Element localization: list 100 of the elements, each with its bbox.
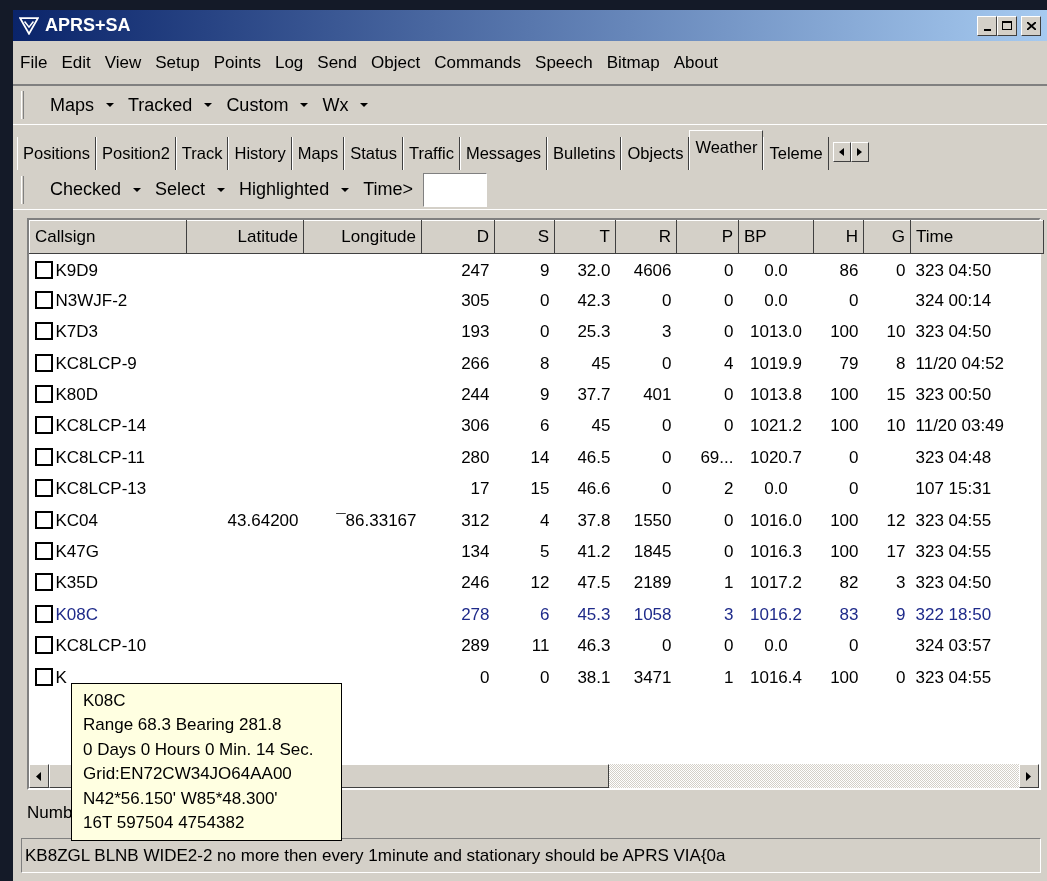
table-cell: 0 [662,290,672,310]
table-cell: 1 [724,573,734,593]
table-cell: KC8LCP-9 [55,353,137,373]
table-cell: 1019.9 [750,353,802,373]
table-cell: 37.8 [577,510,611,530]
table-cell: 83 [839,604,859,624]
time-label: Time> [362,178,414,201]
table-cell: 1058 [633,604,672,624]
table-cell: 82 [839,573,859,593]
table-cell: 1 [724,667,734,687]
table-cell: 0 [849,447,859,467]
table-cell: 289 [461,636,490,656]
table-cell: 0 [849,636,859,656]
table-cell: 42.3 [577,290,611,310]
table-cell: 0 [662,636,672,656]
table-cell: 79 [839,353,859,373]
table-cell: 9 [896,604,906,624]
table-cell: 0 [540,667,550,687]
table-cell: 32.0 [577,260,611,280]
table-cell: 305 [461,290,490,310]
table-cell: 0 [724,510,734,530]
table-cell: 41.2 [577,541,611,561]
table-cell: 5 [540,541,550,561]
table-cell: 3 [724,604,734,624]
table-cell: KC04 [55,510,99,530]
table-cell: 1016.2 [750,604,802,624]
table-cell: 324 00:14 [915,290,992,310]
table-cell: 8 [896,353,906,373]
table-cell: 0 [662,353,672,373]
table-cell: 1020.7 [750,447,802,467]
table-cell: 3 [662,322,672,342]
table-cell: 11/20 03:49 [915,416,1005,436]
table-cell: 0 [896,260,906,280]
table-cell: 43.64200 [227,510,299,530]
table-cell: 100 [830,541,859,561]
table-cell: K9D9 [55,260,99,280]
table-cell: 17 [470,479,490,499]
table-cell: 0 [896,667,906,687]
tooltip-line: Range 68.3 Bearing 281.8 [83,714,283,737]
table-cell: 38.1 [577,667,611,687]
tooltip-line: 0 Days 0 Hours 0 Min. 14 Sec. [83,738,315,761]
table-cell: 0 [724,636,734,656]
table-cell: 324 03:57 [915,636,992,656]
table-cell: 46.5 [577,447,611,467]
table-cell: 2 [724,479,734,499]
table-cell: 46.6 [577,479,611,499]
table-cell: 4 [724,353,734,373]
table-cell: 45.3 [577,604,611,624]
table-cell: 1016.0 [750,510,802,530]
table-cell: 10 [886,416,906,436]
table-cell: 1550 [633,510,672,530]
table-cell: 0 [724,541,734,561]
table-cell: 323 04:48 [915,447,992,467]
window-title: APRS+SA [45,14,131,37]
table-cell: 323 04:55 [915,541,992,561]
table-cell: 1013.8 [750,385,802,404]
table-cell: 10 [886,322,906,342]
table-cell: 0 [662,447,672,467]
table-cell: 15 [886,385,906,404]
table-cell: 0 [724,416,734,436]
table-cell: 12 [886,510,906,530]
table-cell: 1013.0 [750,322,802,342]
table-cell: 0 [480,667,490,687]
table-cell: 0 [724,322,734,342]
table-cell: 46.3 [577,636,611,656]
table-cell: 280 [461,447,490,467]
table-cell: 1017.2 [750,573,802,593]
table-cell: K [55,667,67,687]
table-cell: 0.0 [764,636,788,656]
table-cell: N3WJF-2 [55,290,128,310]
table-cell: 14 [530,447,550,467]
table-cell: 47.5 [577,573,611,593]
table-cell: KC8LCP-13 [55,479,147,499]
table-cell: 15 [530,479,550,499]
table-cell: 1016.3 [750,541,802,561]
tooltip-line: 16T 597504 4754382 [83,812,246,835]
table-cell: 3471 [633,667,672,687]
table-cell: 247 [461,260,490,280]
table-cell: K80D [55,385,99,404]
table-cell: 100 [830,385,859,404]
table-cell: 323 04:50 [915,573,992,593]
table-cell: 0 [724,260,734,280]
table-cell: 25.3 [577,322,611,342]
table-cell: 1021.2 [750,416,802,436]
table-cell: 69... [700,447,734,467]
table-cell: 11/20 04:52 [915,353,1005,373]
tooltip-line: K08C [83,690,127,712]
table-cell: K7D3 [55,322,99,342]
table-cell: 45 [591,416,611,436]
table-cell: 3 [896,573,906,593]
table-cell: 323 00:50 [915,385,992,404]
table-cell: 100 [830,322,859,342]
table-cell: KC8LCP-10 [55,636,147,656]
table-cell: 86 [839,260,859,280]
table-cell: KC8LCP-14 [55,416,147,436]
table-cell: 266 [461,353,490,373]
tooltip-line: Grid:EN72CW34JO64AA00 [83,763,293,786]
table-cell: 4606 [633,260,672,280]
table-cell: 6 [540,416,550,436]
table-cell: 37.7 [577,385,611,404]
